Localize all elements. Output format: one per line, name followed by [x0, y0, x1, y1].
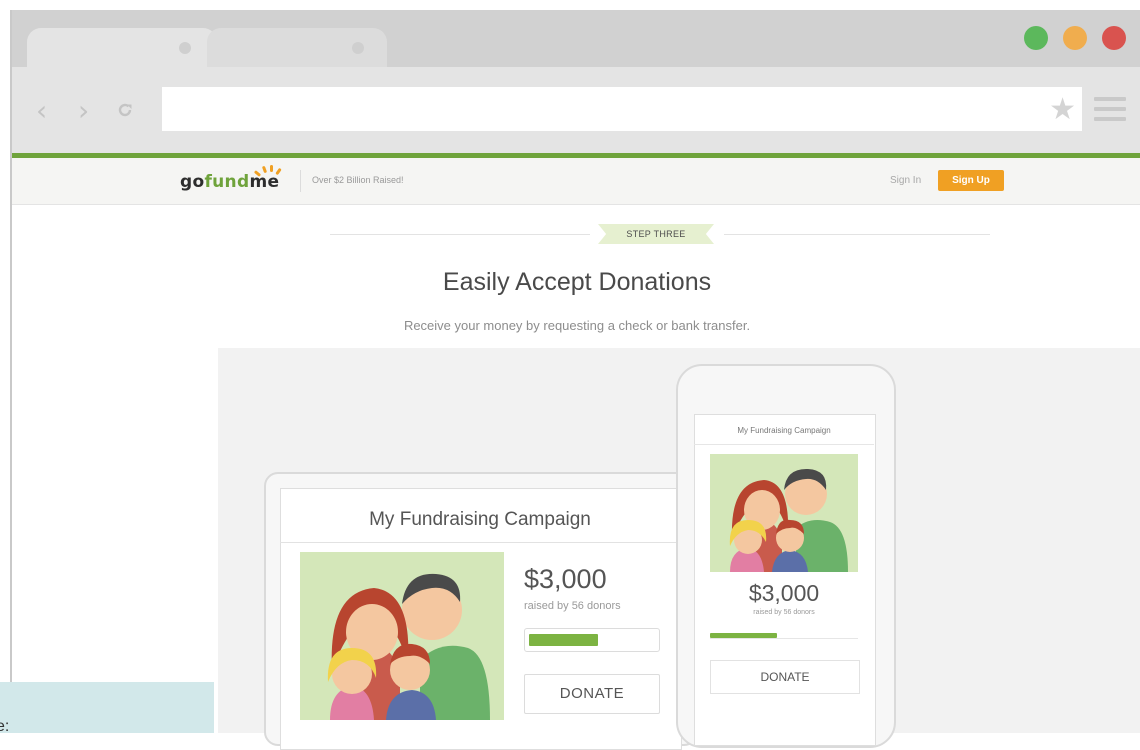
step-divider-left — [330, 234, 590, 235]
mobile-amount-raised: $3,000 — [748, 580, 820, 606]
desktop-amount-raised: $3,000 — [524, 564, 607, 594]
tab-close-icon[interactable] — [179, 42, 191, 54]
tab-close-icon[interactable] — [352, 42, 364, 54]
logo-sun-icon — [253, 164, 284, 178]
chevron-right-icon[interactable]: › — [78, 97, 89, 125]
sign-up-button[interactable]: Sign Up — [938, 170, 1004, 191]
address-bar[interactable]: ★ — [162, 87, 1082, 131]
section-heading: Easily Accept Donations — [442, 268, 712, 296]
desktop-campaign-title: My Fundraising Campaign — [280, 498, 680, 543]
tab-inactive[interactable] — [207, 28, 387, 68]
desktop-donate-button[interactable]: DONATE — [524, 674, 660, 714]
chevron-left-icon[interactable]: ‹ — [36, 97, 47, 125]
hamburger-menu-icon[interactable] — [1094, 97, 1126, 127]
header-divider — [300, 170, 301, 192]
desktop-campaign-photo — [300, 552, 504, 720]
desktop-progress-bar — [524, 628, 660, 652]
desktop-donor-count: raised by 56 donors — [524, 600, 621, 612]
mobile-progress-bar — [710, 630, 858, 640]
maximize-button[interactable] — [1024, 26, 1048, 50]
star-icon[interactable]: ★ — [1049, 92, 1076, 127]
mobile-donate-button[interactable]: DONATE — [710, 660, 860, 694]
caption-box: e: — [0, 682, 214, 735]
tab-active[interactable] — [27, 28, 217, 68]
site-header: gofundme Over $2 Billion Raised! Sign In… — [12, 158, 1140, 205]
sign-in-link[interactable]: Sign In — [890, 175, 921, 186]
tab-strip — [12, 10, 1140, 68]
reload-icon[interactable] — [116, 101, 134, 119]
mobile-campaign-photo — [710, 454, 858, 572]
header-tagline: Over $2 Billion Raised! — [312, 175, 404, 185]
mobile-donor-count: raised by 56 donors — [753, 609, 815, 616]
mobile-campaign-title: My Fundraising Campaign — [694, 418, 874, 445]
section-subheading: Receive your money by requesting a check… — [403, 318, 751, 333]
browser-toolbar: ‹ › ★ — [12, 67, 1140, 153]
mobile-progress-fill — [710, 633, 777, 638]
desktop-progress-fill — [529, 634, 598, 646]
minimize-button[interactable] — [1063, 26, 1087, 50]
step-ribbon: STEP THREE — [598, 224, 714, 244]
caption-text: e: — [0, 718, 10, 735]
close-window-button[interactable] — [1102, 26, 1126, 50]
step-divider-right — [724, 234, 990, 235]
